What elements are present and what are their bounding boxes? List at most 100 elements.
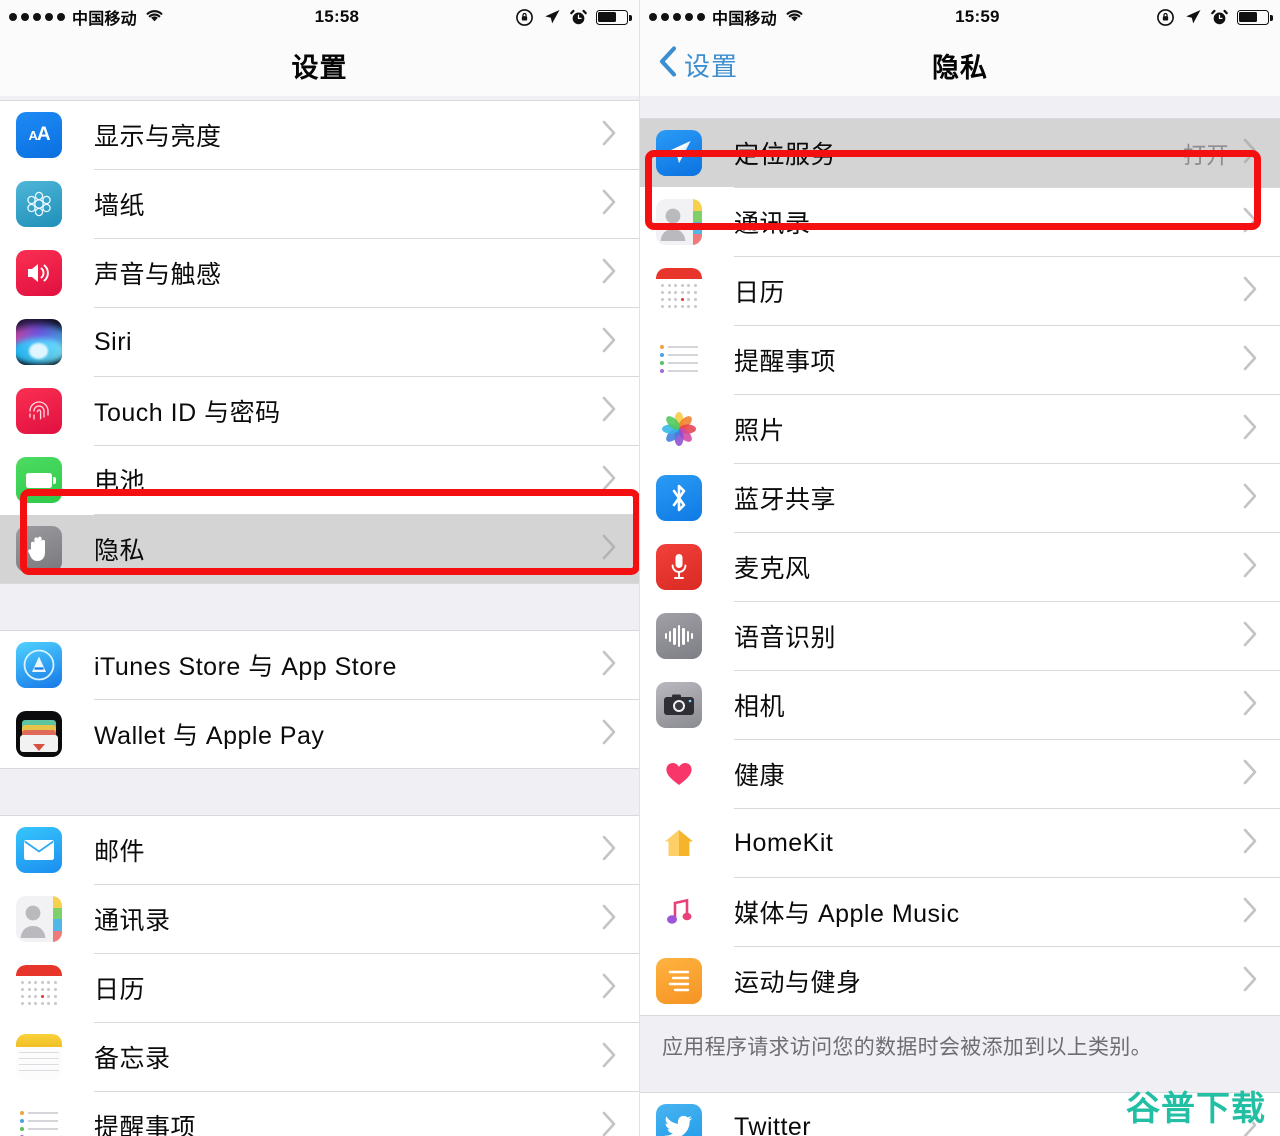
apple-music-icon [656,889,702,935]
rotation-lock-icon [515,8,534,27]
row-value: 打开 [1183,142,1229,168]
carrier-label: 中国移动 [712,11,777,28]
list-item[interactable]: 语音识别 [640,602,1280,670]
wifi-icon [784,7,805,28]
list-item[interactable]: 提醒事项 [0,1092,639,1136]
list-item[interactable]: 运动与健身 [640,947,1280,1015]
list-item[interactable]: HomeKit [640,809,1280,877]
chevron-right-icon [1243,276,1280,307]
calendar-icon [16,965,62,1011]
speech-recognition-icon [656,613,702,659]
notes-icon [16,1034,62,1080]
list-item-label: 提醒事项 [94,1114,197,1136]
wifi-icon [144,7,165,28]
list-item-label: 提醒事项 [734,348,837,376]
chevron-right-icon [1243,414,1280,445]
chevron-right-icon [1243,207,1280,238]
list-item[interactable]: 蓝牙共享 [640,464,1280,532]
list-item-label: Siri [94,327,133,356]
chevron-right-icon [1243,966,1280,997]
settings-list: AA 显示与亮度 墙纸 声音与触感 Siri Touch ID 与密码 电池 隐… [0,96,639,1136]
chevron-right-icon [602,465,639,496]
list-item-label: 电池 [94,468,146,496]
list-item-label: 健康 [734,762,786,790]
signal-dots-icon [649,13,705,21]
list-item[interactable]: 隐私 [0,515,639,583]
list-item[interactable]: 电池 [0,446,639,514]
alarm-clock-icon [570,8,587,26]
list-item[interactable]: AA 显示与亮度 [0,101,639,169]
list-item[interactable]: 日历 [0,954,639,1022]
list-item[interactable]: 通讯录 [0,885,639,953]
chevron-right-icon [1243,828,1280,859]
chevron-right-icon [1243,552,1280,583]
list-item[interactable]: iTunes Store 与 App Store [0,631,639,699]
chevron-right-icon [602,189,639,220]
status-right-group [515,8,632,27]
list-item[interactable]: Siri [0,308,639,376]
list-item[interactable]: 日历 [640,257,1280,325]
list-item[interactable]: 麦克风 [640,533,1280,601]
list-item-label: Touch ID 与密码 [94,399,281,427]
list-item-label: 定位服务 [734,141,837,169]
list-item[interactable]: 墙纸 [0,170,639,238]
chevron-right-icon [602,835,639,866]
contacts-icon [16,896,62,942]
status-right-group [1156,8,1273,27]
privacy-hand-icon [16,526,62,572]
list-item[interactable]: 相机 [640,671,1280,739]
list-item-label: 通讯录 [734,210,811,238]
list-item[interactable]: 通讯录 [640,188,1280,256]
battery-icon [1237,9,1273,25]
list-item[interactable]: 媒体与 Apple Music [640,878,1280,946]
list-item[interactable]: 健康 [640,740,1280,808]
photos-icon [656,406,702,452]
back-button[interactable]: 设置 [658,46,738,85]
chevron-right-icon [1243,138,1280,169]
back-button-label: 设置 [684,51,739,82]
list-item[interactable]: 邮件 [0,816,639,884]
list-item-label: 日历 [94,976,146,1004]
chevron-right-icon [602,1111,639,1136]
list-item-label: 麦克风 [734,555,811,583]
list-item-label: 显示与亮度 [94,123,222,151]
footer-note: 应用程序请求访问您的数据时会被添加到以上类别。 [640,1016,1280,1073]
list-item[interactable]: Wallet 与 Apple Pay [0,700,639,768]
section-gap [0,584,639,630]
chevron-right-icon [602,327,639,358]
chevron-right-icon [1243,897,1280,928]
touch-id-icon [16,388,62,434]
nav-bar-left: 设置 [0,34,639,96]
rotation-lock-icon [1156,8,1175,27]
list-item-label: 媒体与 Apple Music [734,900,960,928]
chevron-right-icon [602,719,639,750]
bluetooth-icon [656,475,702,521]
list-item[interactable]: 照片 [640,395,1280,463]
list-item[interactable]: 备忘录 [0,1023,639,1091]
app-store-icon [16,642,62,688]
status-left-group: 中国移动 [9,5,165,29]
list-item-label: 备忘录 [94,1045,171,1073]
alarm-clock-icon [1211,8,1228,26]
list-item[interactable]: 声音与触感 [0,239,639,307]
privacy-panel: 中国移动 15:59 设置 隐私 定位服务 打开 通讯录 日历 提醒事项 照片 … [640,0,1280,1136]
chevron-right-icon [1243,690,1280,721]
list-item[interactable]: 定位服务 打开 [640,119,1280,187]
list-item-label: 声音与触感 [94,261,222,289]
list-item[interactable]: Touch ID 与密码 [0,377,639,445]
list-item-label: 运动与健身 [734,969,862,997]
chevron-right-icon [1243,483,1280,514]
motion-fitness-icon [656,958,702,1004]
section-gap [640,96,1280,118]
chevron-right-icon [1243,621,1280,652]
chevron-right-icon [602,904,639,935]
homekit-icon [656,820,702,866]
list-item[interactable]: 提醒事项 [640,326,1280,394]
chevron-left-icon [658,46,678,85]
list-item-label: 邮件 [94,838,146,866]
list-item-label: 日历 [734,279,786,307]
list-item-label: 蓝牙共享 [734,486,837,514]
location-arrow-icon [1184,8,1202,26]
chevron-right-icon [602,120,639,151]
contacts-icon [656,199,702,245]
